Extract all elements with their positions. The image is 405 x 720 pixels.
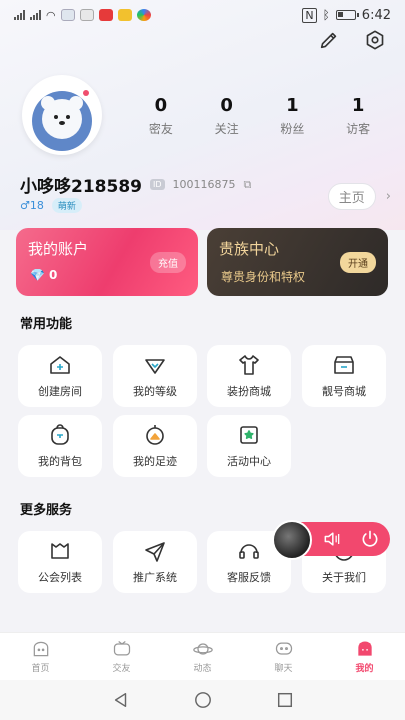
gender-age-tag: ♂18 [20,199,44,212]
tab-chat[interactable]: 聊天 [243,633,324,680]
chevron-right-icon[interactable]: › [386,189,391,204]
id-badge: ID [149,179,165,190]
send-icon [145,542,165,562]
tab-friends[interactable]: 交友 [81,633,162,680]
app-notification-icon-3 [98,9,113,21]
homepage-button[interactable]: 主页 [327,183,376,210]
app-notification-icon-2 [79,9,94,21]
noble-center-card[interactable]: 贵族中心 尊贵身份和特权 开通 [207,228,388,296]
footprint-icon [146,425,164,445]
activate-button[interactable]: 开通 [340,252,376,273]
profile-stats: 0 密友 0 关注 1 粉丝 1 访客 [128,95,391,137]
activity-center-tile[interactable]: 活动中心 [207,415,291,477]
settings-icon[interactable] [363,28,387,52]
signal-icon [14,10,25,20]
activity-icon [240,426,258,444]
floating-room-avatar[interactable] [272,520,312,560]
home-button-icon[interactable] [194,691,212,709]
edit-icon[interactable] [317,28,341,52]
speaker-icon[interactable] [322,529,342,549]
clock: 6:42 [361,7,391,23]
stat-visitors[interactable]: 1 访客 [325,95,391,137]
promotion-system-tile[interactable]: 推广系统 [113,531,197,593]
guild-list-tile[interactable]: 公会列表 [18,531,102,593]
tv-icon [113,641,130,656]
stat-close-friends[interactable]: 0 密友 [128,95,194,137]
stat-fans[interactable]: 1 粉丝 [260,95,326,137]
shirt-icon [239,355,259,375]
tab-me[interactable]: 我的 [324,633,405,680]
my-level-tile[interactable]: 我的等级 [113,345,197,407]
house-icon [50,356,70,374]
home-icon [33,641,48,657]
tab-home[interactable]: 首页 [0,633,81,680]
level-icon [145,359,165,374]
vanity-number-shop-tile[interactable]: 靓号商城 [302,345,386,407]
planet-icon [192,643,213,655]
headset-icon [239,544,259,559]
diamond-icon: 💎 [30,268,45,282]
chat-icon [275,642,292,655]
wifi-icon: ◠ [46,8,56,22]
stat-following[interactable]: 0 关注 [194,95,260,137]
username: 小哆哆218589 [20,177,142,197]
dress-shop-tile[interactable]: 装扮商城 [207,345,291,407]
battery-icon [335,10,359,20]
tab-moments[interactable]: 动态 [162,633,243,680]
guild-icon [51,543,69,559]
my-footprint-tile[interactable]: 我的足迹 [113,415,197,477]
avatar[interactable] [22,75,102,155]
recents-icon[interactable] [276,691,294,709]
noble-subtitle: 尊贵身份和特权 [221,270,306,284]
bottom-tab-bar: 首页 交友 动态 聊天 我的 [0,632,405,680]
create-room-tile[interactable]: 创建房间 [18,345,102,407]
app-notification-icon [60,9,75,21]
app-notification-icon-4 [117,9,132,21]
system-nav-bar [0,680,405,720]
copy-icon[interactable]: ⧉ [244,178,252,192]
me-icon [357,641,372,656]
more-services-title: 更多服务 [20,503,73,518]
level-tag: 萌新 [51,198,82,213]
recharge-button[interactable]: 充值 [150,252,186,273]
user-id: 100116875 [172,178,236,191]
diamond-count: 0 [48,268,58,282]
back-icon[interactable] [112,691,130,709]
common-functions-title: 常用功能 [20,317,73,332]
power-icon[interactable] [360,529,380,549]
nfc-icon: N [302,7,317,23]
shop-icon [334,356,354,374]
my-account-card[interactable]: 我的账户 💎 0 充值 [16,228,198,296]
app-notification-icon-5 [136,9,151,21]
status-bar: ◠ N ᛒ 6:42 [0,0,405,30]
my-backpack-tile[interactable]: 我的背包 [18,415,102,477]
bluetooth-icon: ᛒ [322,8,330,22]
signal-icon-2 [30,10,41,20]
backpack-icon [51,424,69,445]
